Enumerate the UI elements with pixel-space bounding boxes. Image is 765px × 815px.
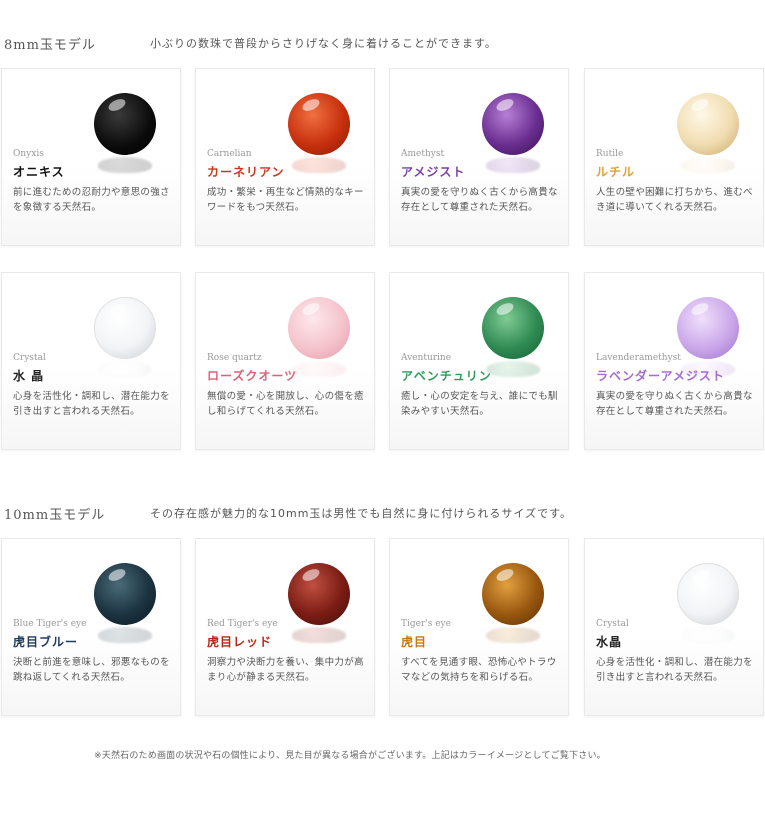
stone-card: Lavenderamethyst ラベンダーアメジスト真実の愛を守りぬく古くから高… — [584, 272, 764, 450]
section-header-10mm: 10mm玉モデル その存在感が魅力的な10mm玉は男性でも自然に身に付けられるサ… — [0, 504, 765, 524]
stone-japanese-name: 虎目レッド — [207, 635, 273, 649]
stone-reflection — [292, 361, 346, 377]
footnote: ※天然石のため画面の状況や石の個性により、見た目が異なる場合がございます。上記は… — [94, 751, 606, 761]
stone-card: Rose quartz ローズクオーツ無償の愛・心を開放し、心の傷を癒し和らげてく… — [195, 272, 375, 450]
stone-description: 真実の愛を守りぬく古くから高貴な存在として尊重された天然石。 — [596, 391, 753, 417]
stone-reflection — [681, 157, 735, 173]
rose-stone-image — [288, 297, 350, 359]
stone-description: 真実の愛を守りぬく古くから高貴な存在として尊重された天然石。 — [401, 187, 558, 213]
stone-description: 癒し・心の安定を与え、誰にでも馴染みやすい天然石。 — [401, 391, 558, 417]
stone-japanese-name: 虎目 — [401, 635, 428, 649]
stone-card: Onyxis オニキス前に進むための忍耐力や意思の強さを象徴する天然石。 — [1, 68, 181, 246]
stone-japanese-name: アベンチュリン — [401, 369, 492, 383]
stone-reflection — [98, 361, 152, 377]
stone-english-name: Onyxis — [13, 149, 44, 159]
stone-japanese-name: ローズクオーツ — [207, 369, 298, 383]
amethyst-stone-image — [482, 93, 544, 155]
stone-japanese-name: ラベンダーアメジスト — [596, 369, 725, 383]
stone-description: 人生の壁や困難に打ちかち、進むべき道に導いてくれる天然石。 — [596, 187, 753, 213]
stone-description: 心身を活性化・調和し、潜在能力を引き出すと言われる天然石。 — [13, 391, 170, 417]
stone-japanese-name: 水晶 — [596, 635, 623, 649]
stone-card: Red Tiger's eye 虎目レッド洞察力や決断力を養い、集中力が高まり心が… — [195, 538, 375, 716]
bluetiger-stone-image — [94, 563, 156, 625]
tiger-stone-image — [482, 563, 544, 625]
stone-card: Rutile ルチル人生の壁や困難に打ちかち、進むべき道に導いてくれる天然石。 — [584, 68, 764, 246]
stone-english-name: Lavenderamethyst — [596, 353, 681, 363]
stone-card: Aventurine アベンチュリン癒し・心の安定を与え、誰にでも馴染みやすい天然… — [389, 272, 569, 450]
lavender-stone-image — [677, 297, 739, 359]
stone-english-name: Red Tiger's eye — [207, 619, 278, 629]
stone-description: 心身を活性化・調和し、潜在能力を引き出すと言われる天然石。 — [596, 657, 753, 683]
stone-description: 成功・繁栄・再生など情熱的なキーワードをもつ天然石。 — [207, 187, 364, 213]
stone-japanese-name: アメジスト — [401, 165, 466, 179]
stone-reflection — [486, 157, 540, 173]
section-header-8mm: 8mm玉モデル 小ぶりの数珠で普段からさりげなく身に着けることができます。 — [0, 34, 765, 54]
stone-card: Carnelian カーネリアン成功・繁栄・再生など情熱的なキーワードをもつ天然石… — [195, 68, 375, 246]
section-description: 小ぶりの数珠で普段からさりげなく身に着けることができます。 — [150, 37, 497, 50]
stone-description: 前に進むための忍耐力や意思の強さを象徴する天然石。 — [13, 187, 170, 213]
stone-reflection — [292, 627, 346, 643]
stone-japanese-name: カーネリアン — [207, 165, 285, 179]
section-title: 8mm玉モデル — [4, 38, 96, 53]
stone-english-name: Carnelian — [207, 149, 252, 159]
aventurine-stone-image — [482, 297, 544, 359]
stone-reflection — [486, 627, 540, 643]
stone-japanese-name: 水 晶 — [13, 369, 45, 383]
stone-description: すべてを見通す眼、恐怖心やトラウマなどの気持ちを和らげる石。 — [401, 657, 557, 683]
stone-reflection — [292, 157, 346, 173]
stone-reflection — [681, 627, 735, 643]
crystal-stone-image — [677, 563, 739, 625]
stone-english-name: Crystal — [596, 619, 629, 629]
stone-english-name: Blue Tiger's eye — [13, 619, 87, 629]
stone-description: 決断と前進を意味し、邪悪なものを跳ね返してくれる天然石。 — [13, 657, 170, 683]
stone-description: 無償の愛・心を開放し、心の傷を癒し和らげてくれる天然石。 — [207, 391, 364, 417]
stone-card: Tiger's eye 虎目すべてを見通す眼、恐怖心やトラウマなどの気持ちを和らげ… — [389, 538, 569, 716]
stone-english-name: Crystal — [13, 353, 46, 363]
stone-reflection — [98, 627, 152, 643]
onyx-stone-image — [94, 93, 156, 155]
stone-reflection — [486, 361, 540, 377]
stone-card: Blue Tiger's eye 虎目ブルー決断と前進を意味し、邪悪なものを跳ね返… — [1, 538, 181, 716]
stone-english-name: Amethyst — [401, 149, 445, 159]
stone-japanese-name: オニキス — [13, 165, 65, 179]
stone-japanese-name: 虎目ブルー — [13, 635, 79, 649]
rutile-stone-image — [677, 93, 739, 155]
stone-english-name: Aventurine — [401, 353, 452, 363]
section-title: 10mm玉モデル — [4, 508, 106, 523]
crystal-stone-image — [94, 297, 156, 359]
carnelian-stone-image — [288, 93, 350, 155]
stone-english-name: Rose quartz — [207, 353, 262, 363]
section-description: その存在感が魅力的な10mm玉は男性でも自然に身に付けられるサイズです。 — [150, 507, 572, 520]
stone-card: Crystal 水晶心身を活性化・調和し、潜在能力を引き出すと言われる天然石。 — [584, 538, 764, 716]
stone-japanese-name: ルチル — [596, 165, 636, 179]
stone-english-name: Tiger's eye — [401, 619, 451, 629]
stone-english-name: Rutile — [596, 149, 624, 159]
stone-description: 洞察力や決断力を養い、集中力が高まり心が静まる天然石。 — [207, 657, 364, 683]
stone-card: Amethyst アメジスト真実の愛を守りぬく古くから高貴な存在として尊重された天… — [389, 68, 569, 246]
stone-reflection — [98, 157, 152, 173]
stone-card: Crystal 水 晶心身を活性化・調和し、潜在能力を引き出すと言われる天然石。 — [1, 272, 181, 450]
redtiger-stone-image — [288, 563, 350, 625]
